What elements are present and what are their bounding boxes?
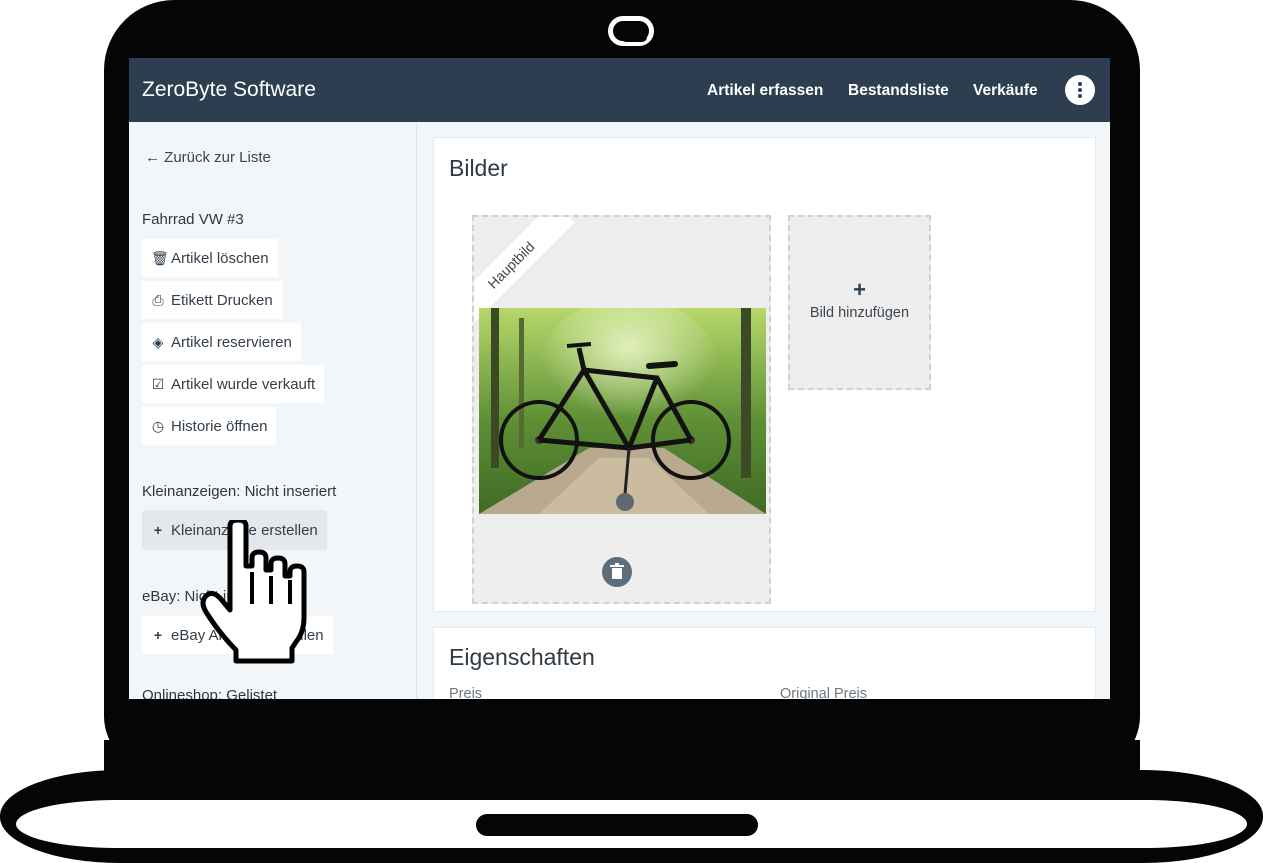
more-dot — [1078, 94, 1082, 98]
clock-icon: ◷ — [151, 418, 165, 434]
brand-title[interactable]: ZeroByte Software — [142, 78, 316, 102]
nav-bestandsliste[interactable]: Bestandsliste — [848, 82, 949, 100]
open-history-label: Historie öffnen — [171, 418, 268, 435]
eigenschaften-card: Eigenschaften Preis Original Preis — [433, 627, 1096, 699]
more-dot — [1078, 88, 1082, 92]
top-navbar: ZeroByte Software Artikel erfassen Besta… — [129, 58, 1110, 122]
back-to-list-link[interactable]: ← Zurück zur Liste — [145, 149, 271, 166]
original-preis-label: Original Preis — [780, 686, 868, 699]
add-image-label: Bild hinzufügen — [809, 305, 910, 321]
nav-verkaeufe[interactable]: Verkäufe — [973, 82, 1038, 100]
hand-pointer-cursor-icon — [200, 520, 307, 664]
item-title: Fahrrad VW #3 — [142, 211, 244, 228]
delete-item-label: Artikel löschen — [171, 250, 269, 267]
reserve-item-button[interactable]: ◈ Artikel reservieren — [142, 323, 301, 361]
arrow-left-icon: ← — [145, 149, 160, 166]
delete-item-button[interactable]: 🗑 Artikel löschen — [142, 239, 278, 277]
trash-icon — [610, 563, 624, 579]
touchpad — [476, 814, 758, 836]
bicycle-photo-svg — [479, 308, 766, 514]
mark-sold-label: Artikel wurde verkauft — [171, 376, 316, 393]
printer-icon: ⎙ — [152, 292, 164, 308]
bicycle-photo[interactable] — [479, 308, 766, 514]
print-label-label: Etikett Drucken — [171, 292, 273, 309]
delete-image-button[interactable] — [602, 557, 632, 587]
mark-sold-button[interactable]: ☑ Artikel wurde verkauft — [142, 365, 325, 403]
eigenschaften-title: Eigenschaften — [449, 644, 595, 670]
bilder-title: Bilder — [449, 155, 508, 181]
reserve-item-label: Artikel reservieren — [171, 334, 292, 351]
webcam-icon — [608, 16, 654, 46]
bilder-card: Bilder Hauptbild + Bild hinzufügen — [433, 137, 1096, 612]
checkbox-icon: ☑ — [151, 376, 165, 392]
add-image-button[interactable]: + Bild hinzufügen — [788, 215, 931, 390]
main-image-slot[interactable]: Hauptbild — [472, 215, 771, 604]
main-content: Bilder Hauptbild + Bild hinzufügen Eigen… — [418, 122, 1110, 699]
plus-icon: + — [153, 627, 163, 643]
more-menu-button[interactable] — [1065, 75, 1095, 105]
back-label: Zurück zur Liste — [164, 149, 271, 166]
plus-icon: + — [853, 277, 866, 302]
open-history-button[interactable]: ◷ Historie öffnen — [142, 407, 277, 445]
more-vertical-icon — [1078, 82, 1082, 86]
nav-artikel-erfassen[interactable]: Artikel erfassen — [707, 82, 823, 100]
plus-icon: + — [153, 522, 163, 538]
tag-icon: ◈ — [152, 334, 164, 350]
onlineshop-status: Onlineshop: Gelistet — [142, 687, 278, 699]
kleinanzeigen-status: Kleinanzeigen: Nicht inseriert — [142, 483, 337, 500]
trash-icon: 🗑 — [151, 250, 169, 266]
print-label-button[interactable]: ⎙ Etikett Drucken — [142, 281, 282, 319]
preis-label: Preis — [449, 686, 483, 699]
